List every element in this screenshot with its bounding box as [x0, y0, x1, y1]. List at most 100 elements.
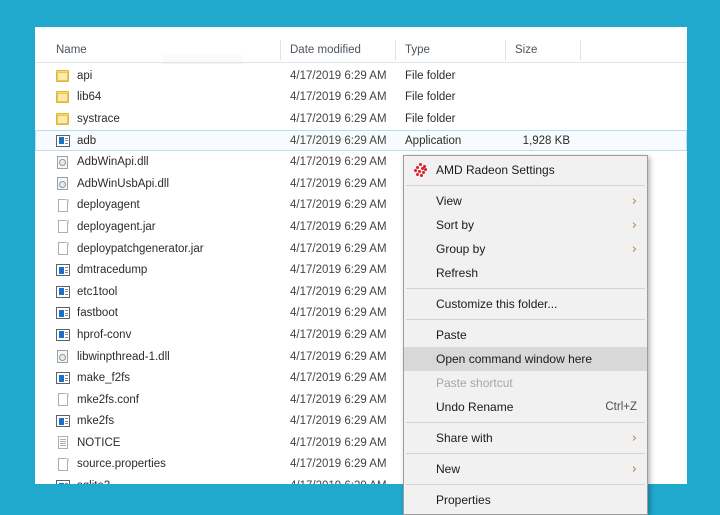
file-date-cell: 4/17/2019 6:29 AM — [290, 328, 387, 341]
folder-icon — [56, 69, 70, 83]
file-name-cell[interactable]: deployagent.jar — [36, 220, 281, 234]
menu-item-new[interactable]: New › — [404, 457, 647, 481]
file-row[interactable]: adb 4/17/2019 6:29 AM Application 1,928 KB — [35, 129, 687, 152]
file-name-label: lib64 — [77, 91, 102, 104]
column-header-name[interactable]: Name — [35, 40, 280, 60]
application-icon — [56, 285, 70, 299]
menu-item-undo-rename[interactable]: Undo Rename Ctrl+Z — [404, 395, 647, 419]
file-row[interactable]: systrace 4/17/2019 6:29 AM File folder — [35, 108, 687, 130]
file-name-label: make_f2fs — [77, 372, 131, 385]
menu-item-sort-by[interactable]: Sort by › — [404, 213, 647, 237]
file-date-cell: 4/17/2019 6:29 AM — [290, 415, 387, 428]
file-name-label: systrace — [77, 112, 120, 125]
menu-separator — [406, 453, 645, 454]
file-size-cell: 1,928 KB — [522, 134, 570, 147]
file-date-cell: 4/17/2019 6:29 AM — [290, 199, 387, 212]
file-date-cell: 4/17/2019 6:29 AM — [290, 372, 387, 385]
menu-item-open-command-window-here[interactable]: Open command window here — [404, 347, 647, 371]
column-header-row[interactable]: Name Date modified Type Size — [35, 38, 687, 62]
file-name-cell[interactable]: make_f2fs — [36, 371, 281, 385]
menu-item-label: Paste — [436, 328, 467, 342]
dll-icon — [56, 350, 70, 364]
file-name-cell[interactable]: mke2fs — [36, 414, 281, 428]
file-name-cell[interactable]: mke2fs.conf — [36, 393, 281, 407]
menu-item-label: Properties — [436, 493, 491, 507]
chevron-right-icon: › — [631, 193, 637, 209]
file-date-cell: 4/17/2019 6:29 AM — [290, 393, 387, 406]
chevron-right-icon: › — [631, 430, 637, 446]
chevron-right-icon: › — [631, 241, 637, 257]
file-name-cell[interactable]: dmtracedump — [36, 263, 281, 277]
menu-item-amd-radeon-settings[interactable]: AMD Radeon Settings — [404, 158, 647, 182]
file-name-cell[interactable]: deployagent — [36, 198, 281, 212]
file-date-cell: 4/17/2019 6:29 AM — [290, 307, 387, 320]
menu-item-customize-this-folder[interactable]: Customize this folder... — [404, 292, 647, 316]
dll-icon — [56, 177, 70, 191]
file-name-label: source.properties — [77, 458, 166, 471]
file-name-label: AdbWinApi.dll — [77, 156, 149, 169]
file-name-cell[interactable]: lib64 — [36, 90, 281, 104]
file-name-cell[interactable]: api — [36, 69, 281, 83]
file-name-label: etc1tool — [77, 285, 118, 298]
file-date-cell: 4/17/2019 6:29 AM — [290, 285, 387, 298]
file-name-cell[interactable]: sqlite3 — [36, 479, 281, 484]
file-name-cell[interactable]: adb — [36, 134, 281, 148]
file-name-cell[interactable]: NOTICE — [36, 436, 281, 450]
file-type-cell: File folder — [405, 112, 456, 125]
menu-item-group-by[interactable]: Group by › — [404, 237, 647, 261]
menu-item-view[interactable]: View › — [404, 189, 647, 213]
file-date-cell: 4/17/2019 6:29 AM — [290, 91, 387, 104]
column-header-size[interactable]: Size — [505, 40, 580, 60]
menu-separator — [406, 288, 645, 289]
file-type-cell: Application — [405, 134, 462, 147]
file-name-cell[interactable]: AdbWinApi.dll — [36, 155, 281, 169]
dll-icon — [56, 155, 70, 169]
menu-item-paste[interactable]: Paste — [404, 323, 647, 347]
menu-item-properties[interactable]: Properties — [404, 488, 647, 512]
application-icon — [56, 414, 70, 428]
menu-item-share-with[interactable]: Share with › — [404, 426, 647, 450]
file-name-label: libwinpthread-1.dll — [77, 350, 170, 363]
file-type-cell: File folder — [405, 69, 456, 82]
file-row[interactable]: lib64 4/17/2019 6:29 AM File folder — [35, 87, 687, 109]
file-date-cell: 4/17/2019 6:29 AM — [290, 264, 387, 277]
document-icon — [56, 220, 70, 234]
file-name-cell[interactable]: deploypatchgenerator.jar — [36, 242, 281, 256]
file-name-label: AdbWinUsbApi.dll — [77, 177, 170, 190]
menu-item-label: Paste shortcut — [436, 376, 513, 390]
file-name-cell[interactable]: fastboot — [36, 306, 281, 320]
application-icon — [56, 306, 70, 320]
column-header-type[interactable]: Type — [395, 40, 505, 60]
column-header-spacer — [580, 40, 680, 60]
file-date-cell: 4/17/2019 6:29 AM — [290, 458, 387, 471]
folder-icon — [56, 90, 70, 104]
file-name-cell[interactable]: etc1tool — [36, 285, 281, 299]
context-menu[interactable]: AMD Radeon Settings View › Sort by › Group by… — [403, 155, 648, 515]
file-name-cell[interactable]: systrace — [36, 112, 281, 126]
menu-separator — [406, 185, 645, 186]
menu-separator — [406, 319, 645, 320]
menu-item-label: Share with — [436, 431, 493, 445]
document-icon — [56, 457, 70, 471]
menu-item-refresh[interactable]: Refresh — [404, 261, 647, 285]
file-date-cell: 4/17/2019 6:29 AM — [290, 242, 387, 255]
file-row[interactable]: api 4/17/2019 6:29 AM File folder — [35, 65, 687, 87]
file-date-cell: 4/17/2019 6:29 AM — [290, 69, 387, 82]
chevron-right-icon: › — [631, 217, 637, 233]
file-name-label: api — [77, 69, 93, 82]
file-name-label: fastboot — [77, 307, 118, 320]
column-header-divider — [35, 62, 687, 63]
file-date-cell: 4/17/2019 6:29 AM — [290, 156, 387, 169]
file-name-label: dmtracedump — [77, 264, 148, 277]
application-icon — [56, 134, 70, 148]
column-header-date-modified[interactable]: Date modified — [280, 40, 395, 60]
file-name-cell[interactable]: source.properties — [36, 457, 281, 471]
application-icon — [56, 479, 70, 484]
file-name-cell[interactable]: hprof-conv — [36, 328, 281, 342]
file-date-cell: 4/17/2019 6:29 AM — [290, 177, 387, 190]
file-name-cell[interactable]: libwinpthread-1.dll — [36, 350, 281, 364]
file-name-label: mke2fs.conf — [77, 393, 139, 406]
menu-item-label: Customize this folder... — [436, 297, 558, 311]
document-icon — [56, 393, 70, 407]
file-name-cell[interactable]: AdbWinUsbApi.dll — [36, 177, 281, 191]
